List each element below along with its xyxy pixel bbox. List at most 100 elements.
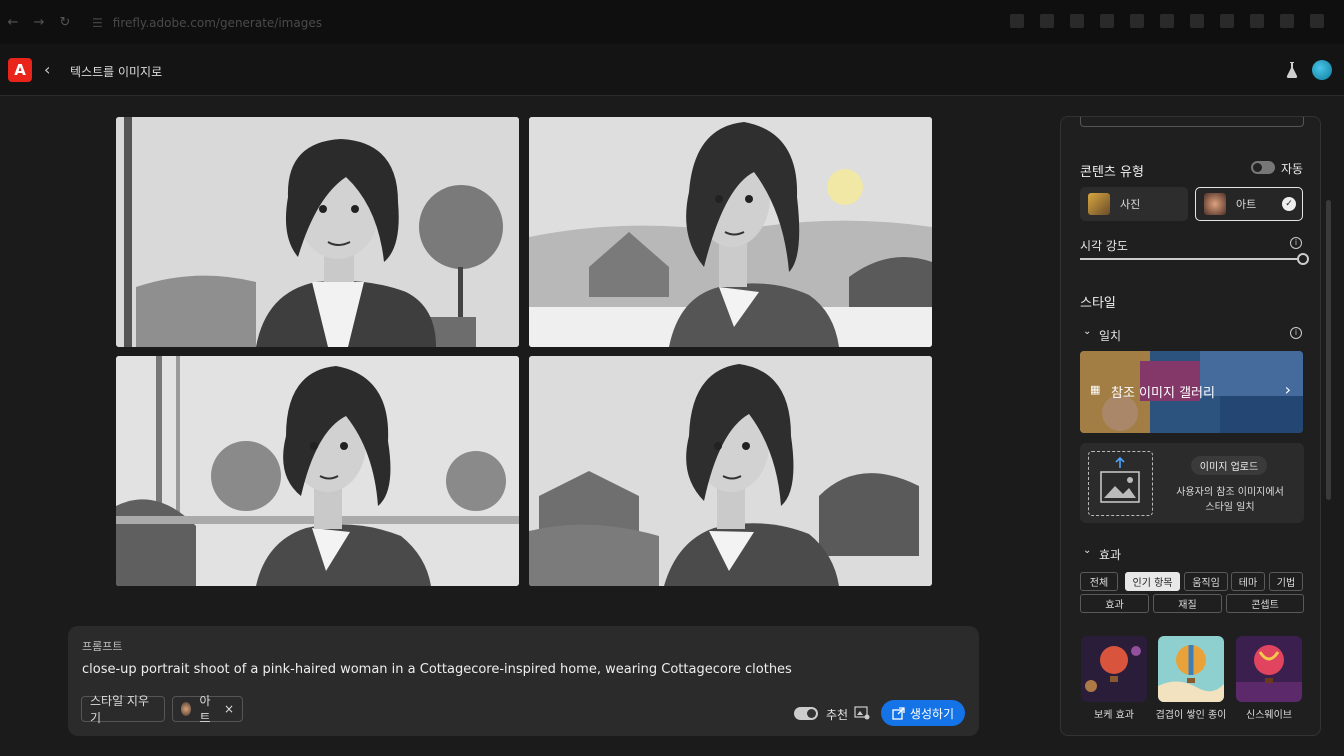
filter-material[interactable]: 재질	[1153, 594, 1222, 613]
generate-button[interactable]: 생성하기	[881, 700, 965, 726]
content-type-photo-label: 사진	[1120, 198, 1141, 211]
effect-synthwave-label: 신스웨이브	[1246, 710, 1292, 721]
site-info-icon[interactable]: ☰	[92, 16, 103, 30]
clear-style-label: 스타일 지우기	[90, 694, 150, 725]
generated-image-4[interactable]	[529, 356, 932, 586]
extension-icon[interactable]	[1160, 14, 1174, 28]
effect-synthwave[interactable]	[1236, 636, 1302, 702]
synthwave-balloon-image	[1236, 636, 1302, 702]
user-avatar[interactable]	[1312, 60, 1332, 80]
paper-balloon-image	[1158, 636, 1224, 702]
filter-technique[interactable]: 기법	[1269, 572, 1303, 591]
content-type-art-label: 아트	[1236, 198, 1257, 211]
auto-label: 자동	[1281, 162, 1304, 176]
download-icon[interactable]	[1220, 14, 1234, 28]
art-thumbnail-icon	[181, 702, 192, 716]
upload-image-button[interactable]: 이미지 업로드	[1191, 456, 1267, 475]
match-heading: 일치	[1099, 329, 1122, 343]
filter-motion[interactable]: 움직임	[1184, 572, 1228, 591]
page-title: 텍스트를 이미지로	[70, 65, 163, 79]
chevron-down-icon[interactable]: ⌄	[1083, 545, 1091, 556]
content-type-art[interactable]: 아트 ✓	[1195, 187, 1303, 221]
bookmark-star-icon[interactable]	[1040, 14, 1054, 28]
bokeh-balloon-image	[1081, 636, 1147, 702]
effect-bokeh-label: 보케 효과	[1094, 710, 1134, 721]
filter-technique-label: 기법	[1276, 578, 1296, 589]
gallery-settings-icon[interactable]	[854, 706, 870, 720]
url-text: firefly.adobe.com/generate/images	[112, 16, 322, 30]
filter-material-label: 재질	[1178, 600, 1197, 611]
generated-image-2[interactable]	[529, 117, 932, 347]
info-icon[interactable]: i	[1290, 237, 1302, 249]
effect-layered-paper[interactable]	[1158, 636, 1224, 702]
generated-image-3[interactable]	[116, 356, 519, 586]
extension-icon[interactable]	[1100, 14, 1114, 28]
remove-chip-icon[interactable]: ×	[224, 702, 234, 716]
content-type-photo[interactable]: 사진	[1080, 187, 1188, 221]
browser-extension-icons	[1010, 14, 1324, 28]
portrait-sketch-image	[529, 356, 932, 586]
browser-forward-icon[interactable]: →	[26, 15, 52, 30]
style-heading: 스타일	[1080, 296, 1116, 311]
style-chip-art[interactable]: 아트 ×	[172, 694, 243, 725]
visual-intensity-slider-knob[interactable]	[1297, 253, 1309, 265]
suggest-toggle[interactable]	[794, 707, 818, 720]
content-type-heading: 콘텐츠 유형	[1080, 165, 1144, 180]
extension-icon[interactable]	[1130, 14, 1144, 28]
filter-concept[interactable]: 콘셉트	[1226, 594, 1304, 613]
back-chevron-icon[interactable]: ‹	[44, 60, 50, 79]
filter-theme[interactable]: 테마	[1231, 572, 1265, 591]
menu-icon[interactable]	[1310, 14, 1324, 28]
previous-section-edge	[1080, 117, 1304, 127]
filter-all[interactable]: 전체	[1080, 572, 1118, 591]
filter-motion-label: 움직임	[1192, 578, 1220, 589]
app-header: A ‹ 텍스트를 이미지로	[0, 44, 1344, 96]
suggest-label: 추천	[826, 708, 849, 722]
sidebar-icon[interactable]	[1250, 14, 1264, 28]
filter-theme-label: 테마	[1238, 578, 1258, 589]
extension-icon[interactable]	[1010, 14, 1024, 28]
generate-icon	[892, 706, 905, 720]
filter-effect-label: 효과	[1105, 600, 1124, 611]
panel-scrollbar-thumb[interactable]	[1326, 200, 1331, 500]
gallery-label: 참조 이미지 갤러리	[1111, 386, 1215, 401]
generated-image-1[interactable]	[116, 117, 519, 347]
art-thumbnail-icon	[1204, 193, 1226, 215]
prompt-label: 프롬프트	[82, 640, 123, 653]
chevron-right-icon: ›	[1284, 380, 1291, 399]
chevron-down-icon[interactable]: ⌄	[1083, 326, 1091, 337]
browser-reload-icon[interactable]: ↻	[52, 15, 78, 30]
generate-label: 생성하기	[909, 706, 955, 721]
check-icon: ✓	[1282, 197, 1296, 211]
effects-heading: 효과	[1099, 548, 1122, 562]
extension-icon[interactable]	[1070, 14, 1084, 28]
effect-bokeh[interactable]	[1081, 636, 1147, 702]
filter-popular-label: 인기 항목	[1132, 578, 1173, 589]
filter-concept-label: 콘셉트	[1251, 600, 1279, 611]
filter-effect[interactable]: 효과	[1080, 594, 1149, 613]
style-chip-label: 아트	[199, 694, 211, 725]
upload-description-line-2: 스타일 일치	[1205, 502, 1255, 513]
photo-thumbnail-icon	[1088, 193, 1110, 215]
clear-style-button[interactable]: 스타일 지우기	[81, 694, 165, 725]
adobe-logo-icon[interactable]: A	[8, 58, 32, 82]
portrait-sketch-image	[116, 117, 519, 347]
grid-icon: ▦	[1090, 383, 1101, 396]
filter-popular[interactable]: 인기 항목	[1125, 572, 1180, 591]
upload-image-icon[interactable]	[1088, 451, 1153, 516]
address-bar[interactable]: ☰ firefly.adobe.com/generate/images	[92, 12, 962, 34]
visual-intensity-slider-track[interactable]	[1080, 258, 1302, 260]
auto-toggle[interactable]	[1251, 161, 1275, 174]
prompt-input[interactable]: close-up portrait shoot of a pink-haired…	[82, 662, 792, 677]
visual-intensity-label: 시각 강도	[1080, 239, 1128, 253]
reference-gallery-button[interactable]: ▦ 참조 이미지 갤러리 ›	[1080, 351, 1303, 433]
portrait-sketch-image	[529, 117, 932, 347]
extension-icon[interactable]	[1190, 14, 1204, 28]
info-icon[interactable]: i	[1290, 327, 1302, 339]
effect-layered-paper-label: 겹겹이 쌓인 종이	[1155, 710, 1227, 721]
profile-icon[interactable]	[1280, 14, 1294, 28]
portrait-sketch-image	[116, 356, 519, 586]
flask-icon[interactable]	[1286, 62, 1298, 78]
settings-panel: 콘텐츠 유형 자동 사진 아트 ✓ 시각 강도 i 스타일 ⌄ 일치 i ▦ 참…	[1060, 116, 1321, 736]
browser-back-icon[interactable]: ←	[0, 15, 26, 30]
